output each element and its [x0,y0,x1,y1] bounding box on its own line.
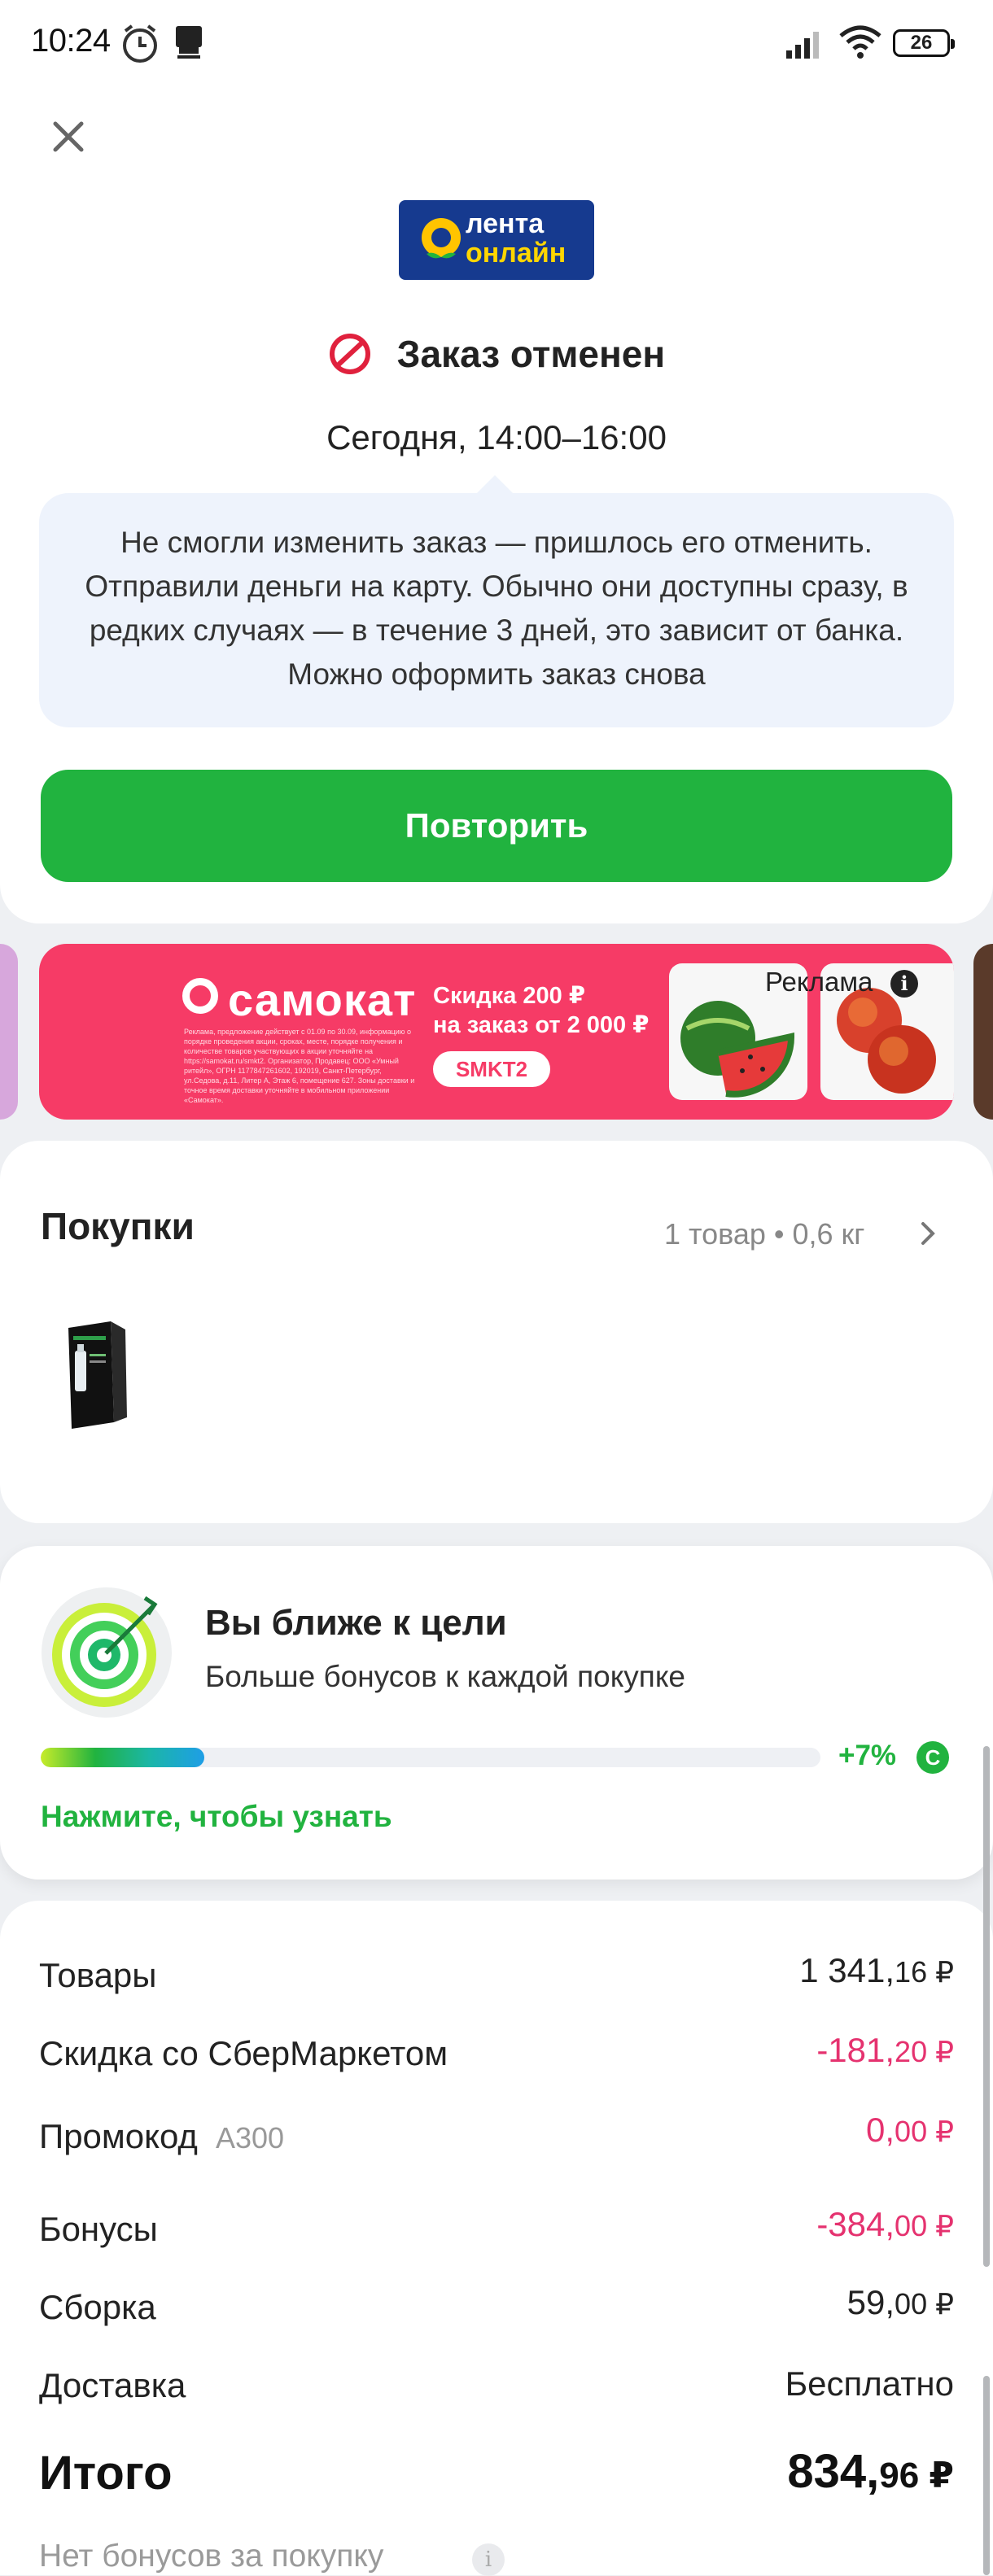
product-thumbnail[interactable] [57,1318,135,1432]
delivery-time: Сегодня, 14:00–16:00 [326,418,667,456]
discount-value: -181,20 ₽ [816,2031,954,2069]
banner-fine-print: Реклама, предложение действует с 01.09 п… [184,1028,415,1104]
logo-text-lenta: лента [466,208,545,239]
purchases-title: Покупки [41,1205,195,1247]
banner-prev-peek[interactable] [0,944,18,1120]
banner-promo-line2: на заказ от 2 000 ₽ [433,1012,650,1038]
promo-code-value: A300 [215,2121,285,2155]
bonus-learn-more-link[interactable]: Нажмите, чтобы узнать [41,1800,392,1834]
bonuses-label: Бонусы [39,2210,158,2248]
cancel-icon [329,333,370,374]
battery-indicator: 26 [893,29,955,57]
assembly-label: Сборка [39,2288,156,2326]
promo-label: Промокод [39,2117,198,2155]
alarm-icon [123,24,157,63]
lenta-online-logo: лента онлайн [399,200,594,280]
chevron-right-icon[interactable] [918,1217,939,1250]
banner-promo-code: SMKT2 [433,1051,550,1087]
discount-label: Скидка со СберМаркетом [39,2034,448,2072]
status-time: 10:24 [31,23,111,59]
scrollbar-lower[interactable] [983,2376,990,2575]
promo-row-label: Промокод A300 [39,2117,284,2156]
promo-value: 0,00 ₽ [866,2111,954,2149]
wifi-icon [839,25,881,59]
ad-label: Реклама [765,967,873,997]
order-status-label: Заказ отменен [396,332,666,375]
order-status: Заказ отменен [0,329,993,376]
goods-value: 1 341,16 ₽ [799,1951,954,1989]
repeat-order-button[interactable]: Повторить [41,770,952,882]
info-box-arrow [475,475,514,495]
cancel-info-text: Не смогли изменить заказ — пришлось его … [85,526,908,691]
logo-text-online: онлайн [466,238,566,269]
target-icon [42,1587,172,1718]
no-bonus-info-icon[interactable]: i [472,2543,505,2576]
no-bonus-note: Нет бонусов за покупку [39,2539,384,2574]
purchases-card [0,1141,993,1523]
bonuses-value: -384,00 ₽ [816,2205,954,2243]
close-icon[interactable] [46,114,91,159]
signal-icon [786,32,819,59]
total-label: Итого [39,2447,173,2500]
banner-brand: самокат [228,974,417,1025]
total-value: 834,96 ₽ [787,2445,954,2498]
assembly-value: 59,00 ₽ [846,2283,954,2321]
delivery-label: Доставка [39,2366,186,2404]
samokat-logo-icon [182,978,218,1014]
banner-promo-line1: Скидка 200 ₽ [433,983,586,1009]
scrollbar[interactable] [983,1746,990,2267]
bonus-progress-fill [41,1748,205,1767]
bonus-progress-label: +7% [838,1740,897,1771]
bonus-title: Вы ближе к цели [205,1603,507,1643]
ad-info-icon[interactable]: i [890,970,918,998]
delivery-value: Бесплатно [785,2364,954,2403]
banner-next-peek[interactable] [973,944,993,1120]
bonus-progress-bar [41,1748,820,1767]
ad-banner-samokat[interactable]: самокат Реклама, предложение действует с… [39,944,954,1120]
sber-bonus-icon: С [916,1741,949,1774]
notification-icon [176,26,202,59]
flower-logo-icon [422,218,461,259]
goods-label: Товары [39,1956,157,1994]
purchases-summary[interactable]: 1 товар • 0,6 кг [664,1217,864,1251]
bonus-subtitle: Больше бонусов к каждой покупке [205,1660,686,1693]
